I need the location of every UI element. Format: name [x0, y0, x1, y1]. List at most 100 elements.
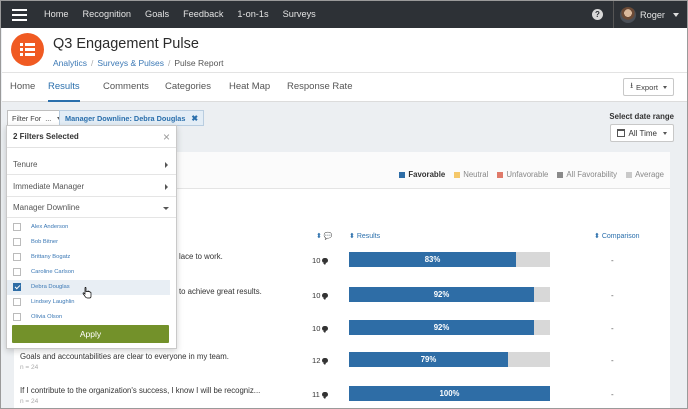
- comment-icon: [322, 358, 329, 365]
- results-column-header[interactable]: ⬍ Results: [349, 232, 380, 240]
- comment-count[interactable]: 10: [312, 291, 329, 300]
- legend-item[interactable]: All Favorability: [557, 170, 617, 179]
- comment-count[interactable]: 10: [312, 324, 329, 333]
- date-range-value: All Time: [628, 128, 657, 138]
- comparison-column-header[interactable]: ⬍ Comparison: [594, 232, 640, 240]
- checkbox[interactable]: [13, 223, 21, 231]
- category-tenure[interactable]: Tenure: [7, 155, 176, 175]
- count-sort-header[interactable]: ⬍ 💬: [316, 232, 333, 240]
- apply-button[interactable]: Apply: [12, 325, 169, 343]
- comment-count-value: 10: [312, 256, 321, 265]
- nav-home[interactable]: Home: [37, 1, 76, 28]
- active-filter-chip[interactable]: Manager Downline: Debra Douglas ✖: [59, 110, 205, 126]
- hand-cursor-icon: [82, 287, 92, 299]
- page-title: Q3 Engagement Pulse: [53, 36, 199, 52]
- export-button[interactable]: ⭳ Export: [623, 78, 674, 96]
- comparison-value: -: [611, 390, 614, 399]
- breadcrumb-current: Pulse Report: [174, 58, 224, 68]
- respondent-count: n = 24: [20, 398, 39, 405]
- close-icon[interactable]: ×: [163, 130, 170, 144]
- breadcrumb-analytics[interactable]: Analytics: [53, 58, 87, 68]
- export-label: Export: [636, 82, 658, 92]
- comment-icon: [322, 326, 329, 333]
- remove-filter-icon[interactable]: ✖: [191, 114, 198, 123]
- comparison-value: -: [611, 324, 614, 333]
- tab-categories[interactable]: Categories: [165, 73, 211, 102]
- comment-count-value: 12: [312, 356, 321, 365]
- checkbox-checked[interactable]: [13, 283, 21, 291]
- comment-count[interactable]: 10: [312, 256, 329, 265]
- menu-icon[interactable]: [1, 1, 37, 28]
- chevron-right-icon: [165, 184, 168, 190]
- tab-home[interactable]: Home: [10, 73, 35, 102]
- legend-label: Unfavorable: [506, 170, 549, 179]
- manager-option[interactable]: Bob Bitner: [7, 235, 170, 250]
- category-label: Immediate Manager: [13, 182, 85, 191]
- nav-links: Home Recognition Goals Feedback 1-on-1s …: [37, 1, 323, 28]
- manager-option[interactable]: Olivia Olson: [7, 310, 170, 325]
- favorable-bar[interactable]: 92%: [349, 287, 534, 302]
- comment-count-value: 11: [312, 390, 320, 399]
- comment-count[interactable]: 12: [312, 356, 329, 365]
- filter-for-label: Filter For: [12, 113, 42, 123]
- comment-count-value: 10: [312, 324, 321, 333]
- filter-chip-label: Manager Downline: Debra Douglas: [65, 113, 186, 123]
- legend-swatch: [454, 171, 461, 178]
- category-immediate-manager[interactable]: Immediate Manager: [7, 177, 176, 197]
- legend-swatch: [557, 171, 564, 178]
- comparison-header-label: Comparison: [601, 233, 640, 240]
- checkbox[interactable]: [13, 313, 21, 321]
- category-manager-downline[interactable]: Manager Downline: [7, 198, 176, 218]
- chevron-down-icon: [663, 131, 667, 135]
- pulse-report-icon: [11, 33, 44, 66]
- date-range-dropdown[interactable]: All Time: [609, 124, 674, 142]
- legend-item[interactable]: Favorable: [399, 170, 445, 179]
- favorable-bar[interactable]: 100%: [349, 386, 550, 401]
- help-icon[interactable]: ?: [591, 9, 603, 20]
- tab-comments[interactable]: Comments: [103, 73, 149, 102]
- manager-option[interactable]: Brittany Bogatz: [7, 250, 170, 265]
- checkbox[interactable]: [13, 268, 21, 276]
- legend-item[interactable]: Average: [626, 170, 664, 179]
- question-text: lace to work.: [179, 252, 223, 261]
- question-text: to achieve great results.: [179, 287, 262, 296]
- legend-item[interactable]: Neutral: [454, 170, 488, 179]
- tab-bar: Home Results Comments Categories Heat Ma…: [2, 72, 687, 102]
- checkbox[interactable]: [13, 238, 21, 246]
- nav-one-on-ones[interactable]: 1-on-1s: [230, 1, 275, 28]
- question-text: Goals and accountabilities are clear to …: [20, 352, 229, 361]
- download-icon: ⭳: [630, 81, 634, 90]
- manager-option[interactable]: Alex Anderson: [7, 220, 170, 235]
- chevron-down-icon: [663, 85, 667, 89]
- comparison-value: -: [611, 256, 614, 265]
- favorable-bar[interactable]: 79%: [349, 352, 508, 367]
- comparison-value: -: [611, 291, 614, 300]
- manager-option[interactable]: Caroline Carlson: [7, 265, 170, 280]
- filter-for-button[interactable]: Filter For...: [7, 110, 67, 126]
- legend-item[interactable]: Unfavorable: [497, 170, 548, 179]
- legend-swatch: [399, 171, 406, 178]
- favorable-bar[interactable]: 92%: [349, 320, 534, 335]
- favorable-bar[interactable]: 83%: [349, 252, 516, 267]
- legend-label: All Favorability: [566, 170, 618, 179]
- nav-goals[interactable]: Goals: [138, 1, 176, 28]
- user-menu[interactable]: Roger: [612, 1, 687, 28]
- nav-surveys[interactable]: Surveys: [276, 1, 323, 28]
- checkbox[interactable]: [13, 298, 21, 306]
- filter-panel-header: 2 Filters Selected ×: [7, 126, 176, 148]
- comment-count-value: 10: [312, 291, 321, 300]
- nav-feedback[interactable]: Feedback: [176, 1, 230, 28]
- tab-response-rate[interactable]: Response Rate: [287, 73, 352, 102]
- nav-recognition[interactable]: Recognition: [76, 1, 139, 28]
- manager-option-label: Bob Bitner: [31, 239, 59, 245]
- calendar-icon: [616, 129, 625, 137]
- comment-count[interactable]: 11: [312, 390, 328, 399]
- ellipsis: ...: [45, 113, 52, 123]
- user-name: Roger: [639, 9, 665, 20]
- tab-heat-map[interactable]: Heat Map: [229, 73, 270, 102]
- question-text: If I contribute to the organization's su…: [20, 386, 261, 395]
- tab-results[interactable]: Results: [48, 73, 80, 102]
- manager-option-label: Caroline Carlson: [31, 269, 75, 275]
- breadcrumb-surveys-pulses[interactable]: Surveys & Pulses: [97, 58, 164, 68]
- checkbox[interactable]: [13, 253, 21, 261]
